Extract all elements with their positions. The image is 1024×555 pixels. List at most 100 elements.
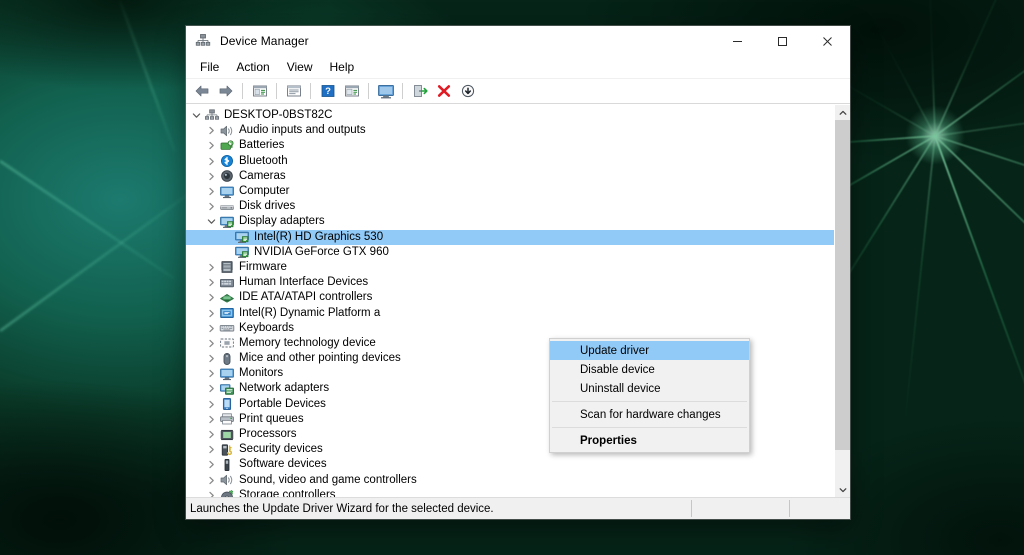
tree-row[interactable]: IDE ATA/ATAPI controllers [186, 290, 834, 305]
tree-item-label: Human Interface Devices [239, 276, 369, 289]
device-manager-icon [195, 33, 211, 49]
tree-root-row[interactable]: DESKTOP-0BST82C [186, 108, 834, 123]
menu-file[interactable]: File [192, 58, 227, 77]
properties-button[interactable] [282, 80, 305, 102]
show-hide-console-tree-button[interactable] [248, 80, 271, 102]
chevron-right-icon[interactable] [204, 430, 219, 439]
tree-item-label: Sound, video and game controllers [239, 473, 417, 486]
chevron-right-icon[interactable] [204, 339, 219, 348]
chevron-down-icon[interactable] [189, 111, 204, 120]
menu-view[interactable]: View [279, 58, 321, 77]
tree-item-label: Intel(R) HD Graphics 530 [254, 230, 384, 243]
context-menu-item-update-driver[interactable]: Update driver [550, 341, 749, 360]
disable-device-button[interactable] [456, 80, 479, 102]
chevron-right-icon[interactable] [204, 460, 219, 469]
tree-row[interactable]: Disk drives [186, 199, 834, 214]
tree-item-label: Keyboards [239, 321, 294, 334]
scroll-up-button[interactable] [835, 105, 850, 120]
status-divider-1 [691, 500, 692, 517]
tree-row[interactable]: Software devices [186, 457, 834, 472]
chevron-right-icon[interactable] [204, 369, 219, 378]
menu-action[interactable]: Action [228, 58, 277, 77]
context-menu-item-disable-device[interactable]: Disable device [550, 360, 749, 379]
tree-item-label: Display adapters [239, 215, 325, 228]
chevron-right-icon[interactable] [204, 445, 219, 454]
toolbar: ? [186, 79, 850, 104]
tree-item-label: Portable Devices [239, 397, 326, 410]
chevron-right-icon[interactable] [204, 202, 219, 211]
window-controls [715, 26, 850, 56]
context-menu-item-scan-for-hardware-changes[interactable]: Scan for hardware changes [550, 405, 749, 424]
tree-row[interactable]: Audio inputs and outputs [186, 123, 834, 138]
computer-icon [219, 185, 235, 199]
tree-row[interactable]: Bluetooth [186, 154, 834, 169]
tree-item-label: Network adapters [239, 382, 330, 395]
network-adapter-icon [219, 382, 235, 396]
tree-row[interactable]: Cameras [186, 169, 834, 184]
tree-row[interactable]: Human Interface Devices [186, 275, 834, 290]
tree-item-label: Cameras [239, 169, 286, 182]
content-area: DESKTOP-0BST82C Audio inputs and outputs B… [186, 104, 850, 497]
tree-row[interactable]: Display adapters [186, 214, 834, 229]
chevron-right-icon[interactable] [204, 324, 219, 333]
display-adapter-icon [234, 230, 250, 244]
toolbar-separator-1 [242, 83, 243, 99]
minimize-button[interactable] [715, 26, 760, 56]
chevron-right-icon[interactable] [204, 172, 219, 181]
context-menu-separator [552, 427, 747, 428]
chevron-right-icon[interactable] [204, 309, 219, 318]
context-menu-item-properties[interactable]: Properties [550, 431, 749, 450]
chevron-right-icon[interactable] [204, 126, 219, 135]
chevron-down-icon[interactable] [204, 217, 219, 226]
tree-row[interactable]: Keyboards [186, 321, 834, 336]
tree-row[interactable]: Intel(R) HD Graphics 530 [186, 229, 834, 245]
tree-row[interactable]: Computer [186, 184, 834, 199]
tree-row[interactable]: Sound, video and game controllers [186, 473, 834, 488]
forward-button[interactable] [214, 80, 237, 102]
uninstall-device-button[interactable] [432, 80, 455, 102]
chevron-right-icon[interactable] [204, 400, 219, 409]
printer-icon [219, 412, 235, 426]
back-button[interactable] [190, 80, 213, 102]
context-menu-item-uninstall-device[interactable]: Uninstall device [550, 379, 749, 398]
chevron-right-icon[interactable] [204, 415, 219, 424]
chevron-right-icon[interactable] [204, 141, 219, 150]
processor-icon [219, 428, 235, 442]
chevron-right-icon[interactable] [204, 354, 219, 363]
battery-icon [219, 139, 235, 153]
scan-hardware-changes-button[interactable] [374, 80, 397, 102]
bluetooth-icon [219, 154, 235, 168]
tree-vertical-scrollbar[interactable] [834, 105, 850, 497]
update-driver-button[interactable] [408, 80, 431, 102]
tree-row[interactable]: NVIDIA GeForce GTX 960 [186, 245, 834, 260]
software-device-icon [219, 458, 235, 472]
chevron-right-icon[interactable] [204, 293, 219, 302]
toolbar-separator-4 [368, 83, 369, 99]
title-bar[interactable]: Device Manager [186, 26, 850, 56]
close-button[interactable] [805, 26, 850, 56]
svg-text:?: ? [325, 86, 331, 97]
chevron-right-icon[interactable] [204, 278, 219, 287]
scrollbar-track[interactable] [835, 120, 850, 482]
tree-row[interactable]: Intel(R) Dynamic Platform a [186, 305, 834, 320]
scroll-down-button[interactable] [835, 482, 850, 497]
scrollbar-thumb[interactable] [835, 120, 850, 450]
display-adapter-icon [234, 245, 250, 259]
show-hide-action-pane-button[interactable] [340, 80, 363, 102]
menu-help[interactable]: Help [322, 58, 363, 77]
hid-icon [219, 276, 235, 290]
chevron-right-icon[interactable] [204, 187, 219, 196]
tree-row[interactable]: Firmware [186, 260, 834, 275]
chevron-right-icon[interactable] [204, 476, 219, 485]
chevron-right-icon[interactable] [204, 263, 219, 272]
tree-item-label: Monitors [239, 367, 284, 380]
tree-item-label: Intel(R) Dynamic Platform a [239, 306, 381, 319]
chevron-right-icon[interactable] [204, 384, 219, 393]
chevron-right-icon[interactable] [204, 157, 219, 166]
tree-item-label: Print queues [239, 412, 304, 425]
tree-row[interactable]: Batteries [186, 138, 834, 153]
tree-row[interactable]: Storage controllers [186, 488, 834, 497]
maximize-button[interactable] [760, 26, 805, 56]
keyboard-icon [219, 321, 235, 335]
help-button[interactable]: ? [316, 80, 339, 102]
